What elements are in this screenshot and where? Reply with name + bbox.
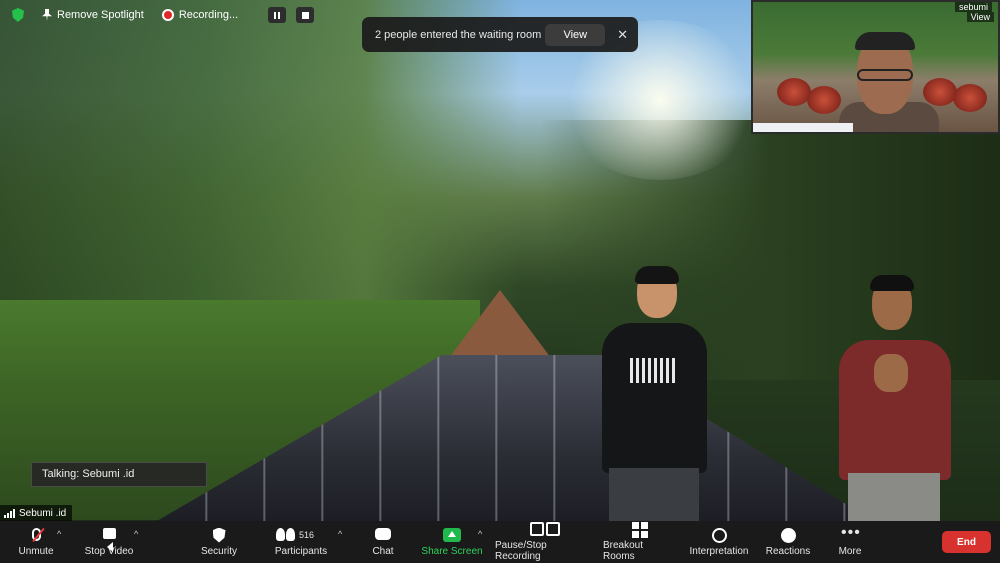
chat-bubble-icon	[375, 527, 391, 540]
unmute-label: Unmute	[18, 545, 54, 557]
close-icon[interactable]: ✕	[617, 27, 628, 43]
stop-recording-button[interactable]	[296, 7, 315, 23]
video-options-caret-icon[interactable]: ^	[134, 529, 138, 539]
chat-button[interactable]: Chat	[366, 521, 400, 563]
notification-view-button[interactable]: View	[545, 23, 606, 46]
signal-strength-icon	[4, 508, 15, 518]
participants-count: 516	[299, 529, 315, 540]
shield-icon	[212, 527, 226, 543]
thumbnail-view-button[interactable]: View	[966, 12, 994, 22]
speaker-name: Sebumi .id	[19, 507, 67, 519]
security-status[interactable]	[6, 6, 30, 24]
meeting-top-controls: Remove Spotlight Recording...	[0, 4, 315, 26]
notification-message: 2 people entered the waiting room	[375, 28, 542, 41]
chat-label: Chat	[372, 545, 394, 557]
sign-language-interpreter	[836, 275, 954, 521]
share-screen-button[interactable]: Share Screen	[421, 521, 483, 563]
breakout-rooms-label: Breakout Rooms	[603, 540, 644, 562]
audio-options-caret-icon[interactable]: ^	[57, 529, 61, 539]
reactions-button[interactable]: Reactions	[764, 521, 812, 563]
pause-stop-recording-label: Pause/Stop Recording	[495, 540, 547, 562]
share-screen-icon	[443, 527, 461, 542]
pause-stop-recording-button[interactable]: Pause/Stop Recording	[495, 521, 595, 563]
smiley-icon	[780, 527, 796, 543]
globe-icon	[711, 527, 727, 543]
speaker-name-tag: Sebumi .id	[0, 505, 73, 521]
recording-dot-icon	[161, 9, 174, 21]
remove-spotlight-label: Remove Spotlight	[57, 9, 144, 21]
pause-stop-recording-icon	[528, 522, 562, 536]
palm-fruit	[777, 78, 811, 106]
participants-button[interactable]: 516 Participants	[272, 521, 330, 563]
pause-icon	[274, 11, 281, 19]
share-screen-label: Share Screen	[421, 545, 483, 557]
participants-label: Participants	[274, 545, 328, 557]
participants-options-caret-icon[interactable]: ^	[338, 529, 342, 539]
participant-thumbnail[interactable]: sebumi View	[751, 0, 1000, 134]
stop-icon	[301, 11, 309, 19]
participant-hair	[855, 32, 915, 50]
breakout-rooms-button[interactable]: Breakout Rooms	[603, 521, 677, 563]
more-label: More	[838, 545, 862, 557]
pin-icon	[42, 9, 52, 21]
more-button[interactable]: ••• More	[834, 521, 866, 563]
talking-indicator: Talking: Sebumi .id	[31, 462, 207, 487]
participants-icon	[276, 528, 295, 541]
remove-spotlight-button[interactable]: Remove Spotlight	[36, 7, 150, 23]
breakout-rooms-icon	[632, 522, 648, 538]
end-meeting-button[interactable]: End	[942, 531, 991, 553]
palm-fruit	[923, 78, 957, 106]
video-camera-icon	[100, 527, 118, 552]
recording-label: Recording...	[178, 9, 239, 21]
unmute-button[interactable]: Unmute	[14, 521, 58, 563]
reactions-label: Reactions	[765, 545, 811, 557]
share-options-caret-icon[interactable]: ^	[478, 529, 482, 539]
pause-recording-button[interactable]	[268, 7, 287, 23]
meeting-toolbar: Unmute ^ Stop Video ^ Security 516 Parti…	[0, 521, 1000, 563]
recording-indicator: Recording...	[156, 7, 244, 23]
more-dots-icon: •••	[841, 523, 861, 541]
stop-video-button[interactable]: Stop Video	[82, 521, 136, 563]
waiting-room-notification: 2 people entered the waiting room View ✕	[362, 17, 638, 52]
thumbnail-name: sebumi	[954, 2, 992, 12]
security-label: Security	[200, 545, 238, 557]
sponsor-logos	[753, 123, 853, 132]
palm-fruit	[953, 84, 987, 112]
presenter-black-shirt	[597, 266, 712, 521]
interpretation-label: Interpretation	[689, 545, 749, 557]
security-button[interactable]: Security	[196, 521, 242, 563]
interpretation-button[interactable]: Interpretation	[686, 521, 752, 563]
shield-icon	[12, 8, 24, 22]
palm-fruit	[807, 86, 841, 114]
glasses	[857, 69, 913, 81]
